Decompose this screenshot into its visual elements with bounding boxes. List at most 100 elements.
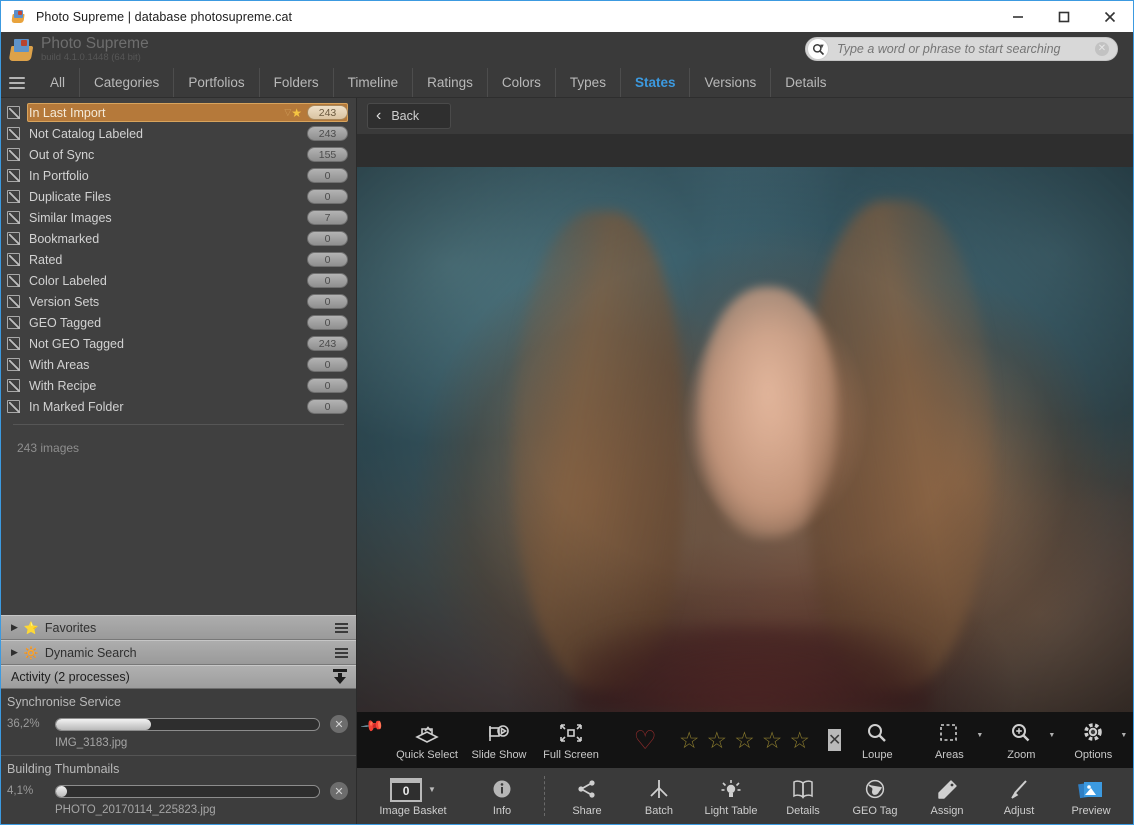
tab-timeline[interactable]: Timeline <box>334 68 414 97</box>
state-checkbox-icon[interactable] <box>7 106 20 119</box>
tab-states[interactable]: States <box>621 68 691 97</box>
tab-colors[interactable]: Colors <box>488 68 556 97</box>
areas-button[interactable]: ▼ Areas <box>913 720 985 761</box>
loupe-button[interactable]: Loupe <box>841 720 913 761</box>
options-dropdown-caret-icon[interactable]: ▼ <box>1120 732 1127 739</box>
favorites-section-header[interactable]: ▶ ⭐ Favorites <box>1 615 356 640</box>
favorites-menu-icon[interactable] <box>335 623 348 633</box>
photo-preview[interactable] <box>357 167 1133 712</box>
areas-dropdown-caret-icon[interactable]: ▼ <box>976 732 983 739</box>
state-count-badge: 0 <box>307 378 348 393</box>
pin-icon[interactable]: 📌 <box>359 713 385 739</box>
state-checkbox-icon[interactable] <box>7 127 20 140</box>
tab-folders[interactable]: Folders <box>260 68 334 97</box>
state-checkbox-icon[interactable] <box>7 379 20 392</box>
maximize-button[interactable] <box>1041 1 1087 32</box>
tab-versions[interactable]: Versions <box>690 68 771 97</box>
details-button[interactable]: Details <box>767 776 839 817</box>
image-basket-button[interactable]: 0 ▼ Image Basket <box>365 776 461 817</box>
state-checkbox-icon[interactable] <box>7 337 20 350</box>
state-row[interactable]: In Portfolio0 <box>1 165 356 186</box>
batch-button[interactable]: Batch <box>623 776 695 817</box>
expand-triangle-icon[interactable]: ▶ <box>11 647 18 658</box>
tab-types[interactable]: Types <box>556 68 621 97</box>
dynamic-search-section-header[interactable]: ▶ 🔆 Dynamic Search <box>1 640 356 665</box>
state-checkbox-icon[interactable] <box>7 169 20 182</box>
state-label: Not Catalog Labeled <box>29 127 307 141</box>
sort-caret-icon[interactable]: ▽ <box>284 107 291 118</box>
state-label: In Portfolio <box>29 169 307 183</box>
zoom-button[interactable]: ▼ Zoom <box>985 720 1057 761</box>
state-row[interactable]: Bookmarked0 <box>1 228 356 249</box>
state-row[interactable]: Version Sets0 <box>1 291 356 312</box>
tab-categories[interactable]: Categories <box>80 68 174 97</box>
search-input[interactable] <box>829 42 1095 56</box>
expand-triangle-icon[interactable]: ▶ <box>11 622 18 633</box>
state-checkbox-icon[interactable] <box>7 358 20 371</box>
state-checkbox-icon[interactable] <box>7 295 20 308</box>
state-checkbox-icon[interactable] <box>7 400 20 413</box>
minimize-button[interactable] <box>995 1 1041 32</box>
state-row[interactable]: With Areas0 <box>1 354 356 375</box>
state-checkbox-icon[interactable] <box>7 211 20 224</box>
rating-stars[interactable]: ☆ ☆ ☆ ☆ ☆ <box>679 729 810 752</box>
geo-tag-button[interactable]: GEO Tag <box>839 776 911 817</box>
hamburger-menu-icon[interactable] <box>9 77 25 89</box>
share-button[interactable]: Share <box>551 776 623 817</box>
rating-star[interactable]: ☆ <box>762 729 783 752</box>
state-checkbox-icon[interactable] <box>7 190 20 203</box>
clear-rating-icon[interactable]: ✕ <box>828 729 841 751</box>
tab-portfolios[interactable]: Portfolios <box>174 68 259 97</box>
rating-star[interactable]: ☆ <box>706 729 727 752</box>
left-panel: In Last Import▽★243Not Catalog Labeled24… <box>1 98 357 824</box>
cancel-process-button[interactable]: ✕ <box>330 782 348 800</box>
state-row[interactable]: With Recipe0 <box>1 375 356 396</box>
process-file: IMG_3183.jpg <box>1 733 356 755</box>
assign-button[interactable]: Assign <box>911 776 983 817</box>
state-checkbox-icon[interactable] <box>7 253 20 266</box>
image-basket-caret-icon[interactable]: ▼ <box>428 785 436 794</box>
state-row[interactable]: Rated0 <box>1 249 356 270</box>
info-button[interactable]: Info <box>466 776 538 817</box>
tab-details[interactable]: Details <box>771 68 840 97</box>
search-clear-icon[interactable]: ✕ <box>1095 42 1109 56</box>
rating-star[interactable]: ☆ <box>679 729 700 752</box>
options-button[interactable]: ▼ Options <box>1057 720 1129 761</box>
state-row[interactable]: Not Catalog Labeled243 <box>1 123 356 144</box>
state-checkbox-icon[interactable] <box>7 232 20 245</box>
cancel-process-button[interactable]: ✕ <box>330 715 348 733</box>
collapse-down-icon[interactable] <box>332 669 348 685</box>
state-row[interactable]: Color Labeled0 <box>1 270 356 291</box>
tab-ratings[interactable]: Ratings <box>413 68 488 97</box>
zoom-dropdown-caret-icon[interactable]: ▼ <box>1048 732 1055 739</box>
adjust-label: Adjust <box>1004 805 1035 817</box>
quick-select-button[interactable]: Quick Select <box>391 720 463 761</box>
heart-icon[interactable]: ♡ <box>634 727 657 753</box>
light-table-button[interactable]: Light Table <box>695 776 767 817</box>
favorite-star-icon[interactable]: ★ <box>291 106 302 120</box>
back-button[interactable]: ‹ Back <box>367 103 451 129</box>
tab-all[interactable]: All <box>36 68 80 97</box>
state-row[interactable]: In Last Import▽★243 <box>1 102 356 123</box>
state-row[interactable]: GEO Tagged0 <box>1 312 356 333</box>
slide-show-button[interactable]: Slide Show <box>463 720 535 761</box>
state-checkbox-icon[interactable] <box>7 148 20 161</box>
rating-star[interactable]: ☆ <box>789 729 810 752</box>
state-row[interactable]: In Marked Folder0 <box>1 396 356 417</box>
adjust-button[interactable]: Adjust <box>983 776 1055 817</box>
search-icon[interactable]: ▼ <box>807 38 829 60</box>
full-screen-button[interactable]: Full Screen <box>535 720 607 761</box>
state-checkbox-icon[interactable] <box>7 274 20 287</box>
preview-button[interactable]: Preview <box>1055 776 1127 817</box>
close-button[interactable] <box>1087 1 1133 32</box>
search-scope-caret-icon[interactable]: ▼ <box>819 44 825 50</box>
dynamic-search-menu-icon[interactable] <box>335 648 348 658</box>
state-row[interactable]: Out of Sync155 <box>1 144 356 165</box>
state-checkbox-icon[interactable] <box>7 316 20 329</box>
rating-star[interactable]: ☆ <box>734 729 755 752</box>
state-row[interactable]: Similar Images7 <box>1 207 356 228</box>
search-box[interactable]: ▼ ✕ <box>805 37 1118 61</box>
activity-section-header[interactable]: Activity (2 processes) <box>1 665 356 689</box>
state-row[interactable]: Not GEO Tagged243 <box>1 333 356 354</box>
state-row[interactable]: Duplicate Files0 <box>1 186 356 207</box>
